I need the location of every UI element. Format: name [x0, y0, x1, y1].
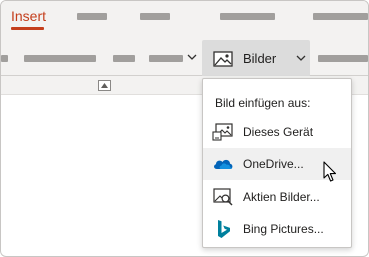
device-picture-icon: [212, 122, 234, 142]
picture-icon: [213, 51, 233, 67]
menu-header: Bild einfügen aus:: [215, 96, 311, 110]
ribbon-command-placeholder[interactable]: [318, 55, 368, 62]
mouse-pointer-icon: [323, 161, 337, 183]
menu-item-label: Bing Pictures...: [243, 222, 324, 236]
ribbon-command-placeholder[interactable]: [113, 55, 135, 62]
bing-icon: [212, 219, 234, 239]
insert-pictures-button[interactable]: Bilder: [202, 40, 310, 77]
menu-item-label: Dieses Gerät: [243, 125, 314, 139]
ribbon-command-placeholder[interactable]: [149, 55, 183, 62]
chevron-down-icon[interactable]: [187, 53, 197, 64]
tab-placeholder[interactable]: [220, 13, 275, 20]
ribbon-tab-bar: Insert: [1, 1, 368, 31]
chevron-down-icon[interactable]: [296, 53, 306, 65]
menu-item-label: OneDrive...: [243, 157, 304, 171]
ribbon-toolbar: [1, 31, 368, 76]
onedrive-cloud-icon: [212, 154, 234, 174]
insert-pictures-label: Bilder: [243, 51, 277, 66]
ribbon-command-placeholder[interactable]: [1, 55, 8, 62]
ribbon-command-placeholder[interactable]: [24, 55, 96, 62]
menu-item-this-device[interactable]: Dieses Gerät: [203, 116, 351, 148]
menu-item-bing-pictures[interactable]: Bing Pictures...: [203, 213, 351, 245]
tab-placeholder[interactable]: [77, 13, 107, 20]
tab-insert[interactable]: Insert: [11, 8, 46, 24]
tab-placeholder[interactable]: [140, 13, 170, 20]
stock-images-icon: [212, 187, 234, 207]
tab-placeholder[interactable]: [313, 13, 368, 20]
ruler-indent-marker[interactable]: [98, 80, 111, 91]
menu-item-stock-images[interactable]: Aktien Bilder...: [203, 181, 351, 213]
app-window: Insert Bilder Bild einfügen aus: Dieses …: [0, 0, 369, 257]
menu-item-label: Aktien Bilder...: [243, 190, 320, 204]
active-tab-indicator: [11, 27, 44, 30]
